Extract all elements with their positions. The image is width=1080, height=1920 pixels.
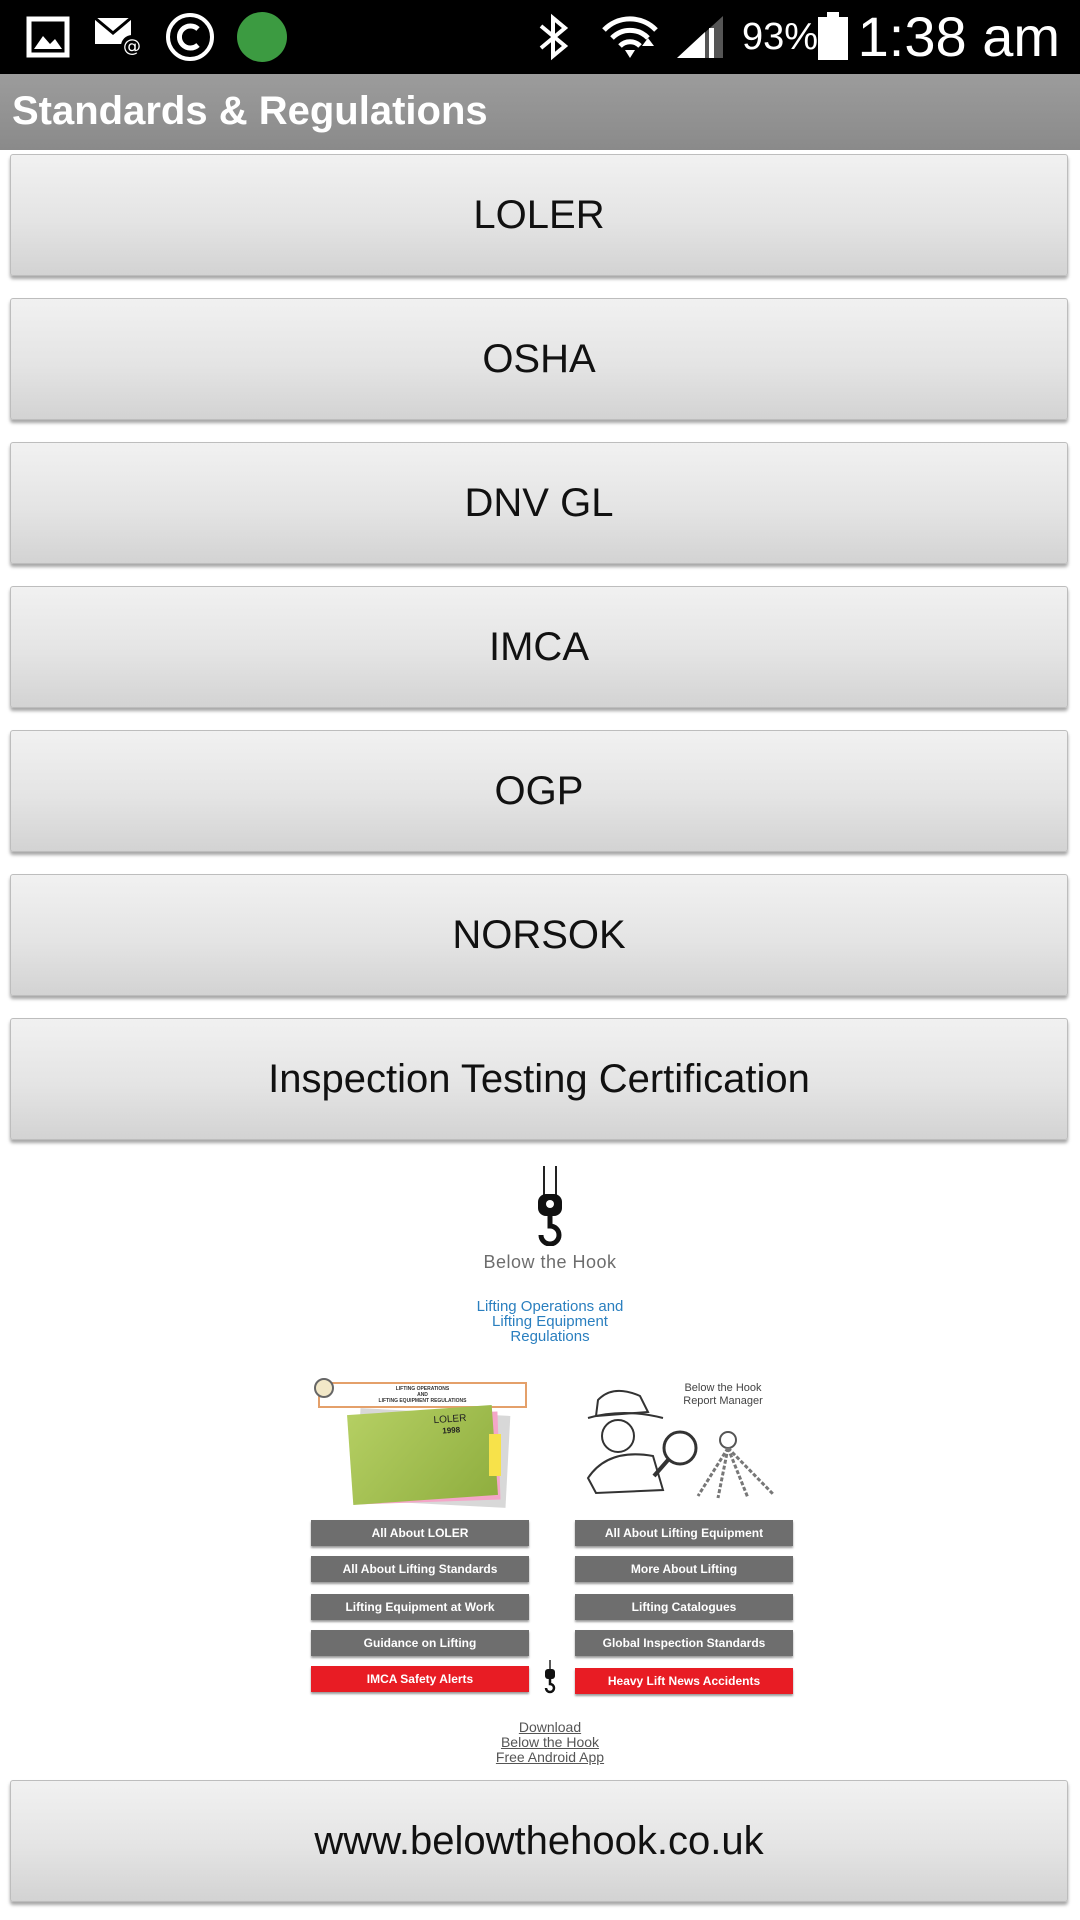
status-bar: @ 93% 1:38 am: [0, 0, 1080, 74]
brand-name: Below the Hook: [483, 1252, 617, 1272]
loler-button[interactable]: LOLER: [10, 154, 1068, 276]
document-title: LOLER: [433, 1412, 467, 1427]
banner-heading-line-1: Lifting Operations and: [476, 1298, 624, 1315]
banner-heading-line-2: Lifting Equipment: [492, 1313, 608, 1330]
inspection-testing-certification-button[interactable]: Inspection Testing Certification: [10, 1018, 1068, 1140]
bluetooth-icon: [539, 13, 569, 61]
norsok-button[interactable]: NORSOK: [10, 874, 1068, 996]
osha-button[interactable]: OSHA: [10, 298, 1068, 420]
gallery-icon: [26, 16, 70, 58]
report-manager-image: Below the Hook Report Manager: [568, 1378, 793, 1508]
copyright-icon: [166, 13, 214, 61]
signal-icon: [677, 16, 723, 58]
imca-safety-alerts-link[interactable]: IMCA Safety Alerts: [311, 1666, 529, 1692]
loler-document-image: LIFTING OPERATIONS AND LIFTING EQUIPMENT…: [314, 1378, 539, 1510]
download-link-line-3[interactable]: Free Android App: [460, 1750, 640, 1765]
clock: 1:38 am: [857, 5, 1060, 68]
document-header-line-3: LIFTING EQUIPMENT REGULATIONS: [378, 1398, 467, 1404]
svg-text:@: @: [123, 36, 141, 57]
download-link-line-2[interactable]: Below the Hook: [460, 1735, 640, 1750]
all-about-lifting-standards-link[interactable]: All About Lifting Standards: [311, 1556, 529, 1582]
document-year: 1998: [442, 1425, 461, 1436]
banner-heading-line-3: Regulations: [510, 1328, 590, 1345]
heavy-lift-news-accidents-link[interactable]: Heavy Lift News Accidents: [575, 1668, 793, 1694]
title-bar: Standards & Regulations: [0, 74, 1080, 150]
imca-button[interactable]: IMCA: [10, 586, 1068, 708]
battery-icon: [818, 12, 848, 60]
green-dot-icon: [237, 12, 287, 62]
all-about-lifting-equipment-link[interactable]: All About Lifting Equipment: [575, 1520, 793, 1546]
more-about-lifting-link[interactable]: More About Lifting: [575, 1556, 793, 1582]
wifi-icon: [602, 16, 658, 58]
battery-percentage: 93%: [742, 16, 819, 58]
detective-chain-icon: [586, 1389, 775, 1499]
ogp-button[interactable]: OGP: [10, 730, 1068, 852]
download-link-line-1[interactable]: Download: [460, 1720, 640, 1735]
small-hook-icon: [544, 1660, 556, 1694]
crane-hook-icon: [538, 1166, 562, 1246]
dnv-gl-button[interactable]: DNV GL: [10, 442, 1068, 564]
all-about-loler-link[interactable]: All About LOLER: [311, 1520, 529, 1546]
website-button[interactable]: www.belowthehook.co.uk: [10, 1780, 1068, 1902]
below-the-hook-banner[interactable]: Below the Hook Lifting Operations and Li…: [300, 1160, 800, 1770]
lifting-catalogues-link[interactable]: Lifting Catalogues: [575, 1594, 793, 1620]
guidance-on-lifting-link[interactable]: Guidance on Lifting: [311, 1630, 529, 1656]
mail-at-icon: @: [94, 16, 143, 57]
page-title: Standards & Regulations: [12, 89, 488, 133]
seal-icon: [314, 1378, 334, 1398]
lifting-equipment-at-work-link[interactable]: Lifting Equipment at Work: [311, 1594, 529, 1620]
global-inspection-standards-link[interactable]: Global Inspection Standards: [575, 1630, 793, 1656]
